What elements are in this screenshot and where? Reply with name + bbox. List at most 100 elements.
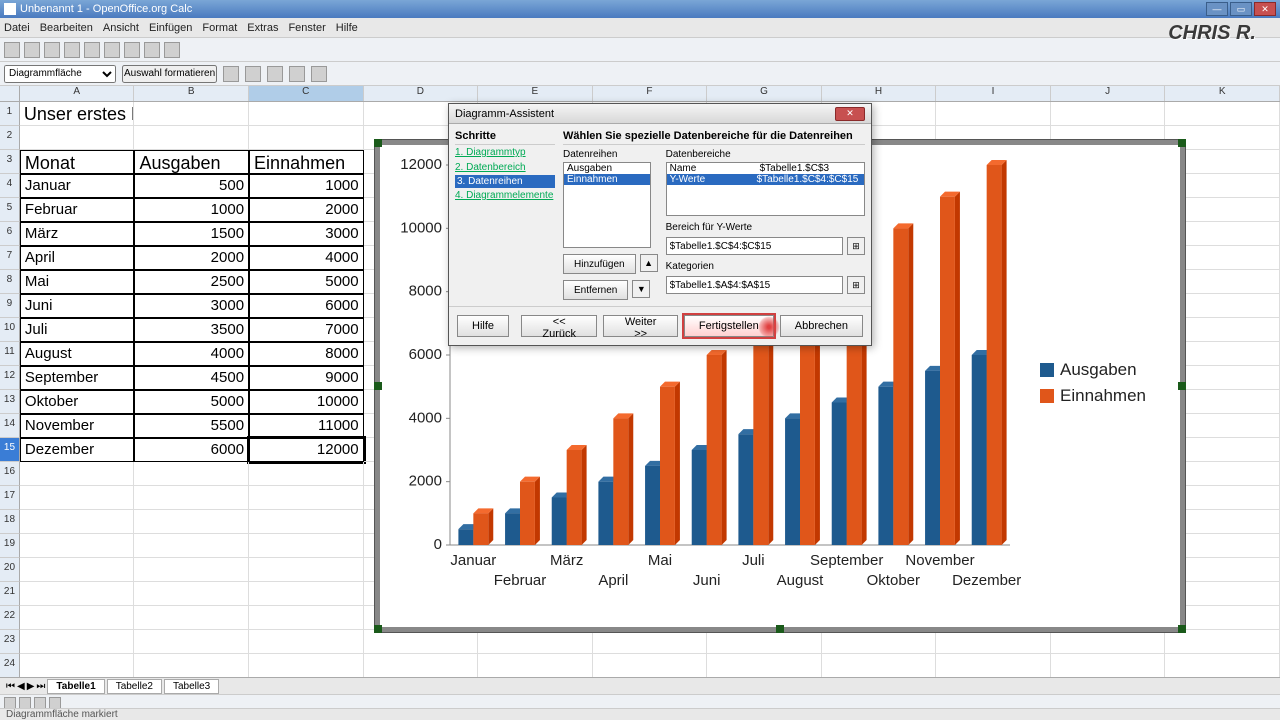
scale-text-icon[interactable] (311, 66, 327, 82)
svg-text:2000: 2000 (409, 473, 442, 490)
sheet-tab-1[interactable]: Tabelle1 (47, 679, 104, 694)
maximize-button[interactable]: ▭ (1230, 2, 1252, 16)
dialog-titlebar[interactable]: Diagramm-Assistent ✕ (449, 104, 871, 124)
back-button[interactable]: << Zurück (521, 315, 597, 337)
dialog-title: Diagramm-Assistent (455, 108, 554, 120)
step-diagrammtyp[interactable]: 1. Diagrammtyp (455, 145, 555, 160)
rect-tool-icon[interactable] (34, 697, 46, 709)
svg-text:8000: 8000 (409, 283, 442, 300)
steps-label: Schritte (455, 130, 555, 145)
svg-text:12000: 12000 (400, 156, 442, 173)
watermark: CHRIS R. (1168, 22, 1256, 45)
series-item-einnahmen[interactable]: Einnahmen (564, 174, 650, 185)
menu-ansicht[interactable]: Ansicht (103, 22, 139, 34)
undo-icon[interactable] (144, 42, 160, 58)
menu-bearbeiten[interactable]: Bearbeiten (40, 22, 93, 34)
column-header-H[interactable]: H (822, 86, 937, 101)
standard-toolbar (0, 38, 1280, 62)
column-header-F[interactable]: F (593, 86, 708, 101)
column-header-B[interactable]: B (134, 86, 249, 101)
move-down-button[interactable]: ▼ (632, 280, 650, 298)
svg-text:September: September (810, 552, 883, 569)
chart-type-icon[interactable] (223, 66, 239, 82)
app-icon (4, 3, 16, 15)
remove-series-button[interactable]: Entfernen (563, 280, 628, 300)
wizard-steps: Schritte 1. Diagrammtyp 2. Datenbereich … (455, 130, 555, 300)
menu-fenster[interactable]: Fenster (288, 22, 325, 34)
ranges-listbox[interactable]: Name$Tabelle1.$C$3 Y-Werte$Tabelle1.$C$4… (666, 162, 865, 216)
new-doc-icon[interactable] (4, 42, 20, 58)
arrow-tool-icon[interactable] (4, 697, 16, 709)
menu-hilfe[interactable]: Hilfe (336, 22, 358, 34)
svg-text:Oktober: Oktober (867, 572, 920, 589)
cat-label: Kategorien (666, 261, 865, 272)
step-datenbereich[interactable]: 2. Datenbereich (455, 160, 555, 175)
menu-datei[interactable]: Datei (4, 22, 30, 34)
grid-v-icon[interactable] (267, 66, 283, 82)
series-list-label: Datenreihen (563, 149, 658, 160)
svg-text:Juni: Juni (693, 572, 721, 589)
tab-nav-next[interactable]: ▶ (27, 681, 35, 692)
column-header-J[interactable]: J (1051, 86, 1166, 101)
menu-format[interactable]: Format (202, 22, 237, 34)
ellipse-tool-icon[interactable] (49, 697, 61, 709)
window-titlebar: Unbenannt 1 - OpenOffice.org Calc — ▭ ✕ (0, 0, 1280, 18)
redo-icon[interactable] (164, 42, 180, 58)
column-header-K[interactable]: K (1165, 86, 1280, 101)
menu-extras[interactable]: Extras (247, 22, 278, 34)
column-header-I[interactable]: I (936, 86, 1051, 101)
add-series-button[interactable]: Hinzufügen (563, 254, 636, 274)
chart-wizard-dialog: Diagramm-Assistent ✕ Schritte 1. Diagram… (448, 103, 872, 346)
menubar: Datei Bearbeiten Ansicht Einfügen Format… (0, 18, 1280, 38)
next-button[interactable]: Weiter >> (603, 315, 677, 337)
print-icon[interactable] (64, 42, 80, 58)
copy-icon[interactable] (104, 42, 120, 58)
minimize-button[interactable]: — (1206, 2, 1228, 16)
finish-button[interactable]: Fertigstellen (684, 315, 774, 337)
categories-picker-button[interactable]: ⊞ (847, 276, 865, 294)
tab-nav-first[interactable]: ⏮ (6, 681, 15, 692)
format-selection-button[interactable]: Auswahl formatieren (122, 65, 217, 83)
move-up-button[interactable]: ▲ (640, 254, 658, 272)
sheet-tabs: ⏮ ◀ ▶ ⏭ Tabelle1 Tabelle2 Tabelle3 (0, 677, 1280, 695)
help-button[interactable]: Hilfe (457, 315, 509, 337)
close-button[interactable]: ✕ (1254, 2, 1276, 16)
svg-text:April: April (598, 572, 628, 589)
tab-nav-last[interactable]: ⏭ (36, 681, 45, 692)
svg-text:4000: 4000 (409, 409, 442, 426)
categories-input[interactable] (666, 276, 843, 294)
column-header-C[interactable]: C (249, 86, 364, 101)
step-diagrammelemente[interactable]: 4. Diagrammelemente (455, 188, 555, 203)
column-header-D[interactable]: D (364, 86, 479, 101)
dialog-close-button[interactable]: ✕ (835, 107, 865, 121)
y-range-picker-button[interactable]: ⊞ (847, 237, 865, 255)
tab-nav-prev[interactable]: ◀ (17, 681, 25, 692)
svg-text:6000: 6000 (409, 346, 442, 363)
menu-einfuegen[interactable]: Einfügen (149, 22, 192, 34)
sheet-tab-2[interactable]: Tabelle2 (107, 679, 162, 694)
y-range-input[interactable] (666, 237, 843, 255)
series-item-ausgaben[interactable]: Ausgaben (564, 163, 650, 174)
svg-text:Ausgaben: Ausgaben (1060, 360, 1137, 379)
statusbar: Diagrammfläche markiert (0, 708, 1280, 720)
column-header-E[interactable]: E (478, 86, 593, 101)
column-header-A[interactable]: A (20, 86, 135, 101)
column-header-G[interactable]: G (707, 86, 822, 101)
step-datenreihen[interactable]: 3. Datenreihen (455, 175, 555, 188)
sheet-tab-3[interactable]: Tabelle3 (164, 679, 219, 694)
cancel-button[interactable]: Abbrechen (780, 315, 863, 337)
legend-icon[interactable] (289, 66, 305, 82)
svg-text:10000: 10000 (400, 219, 442, 236)
svg-text:Juli: Juli (742, 552, 765, 569)
svg-text:0: 0 (434, 536, 442, 553)
grid-h-icon[interactable] (245, 66, 261, 82)
open-icon[interactable] (24, 42, 40, 58)
cut-icon[interactable] (84, 42, 100, 58)
window-title: Unbenannt 1 - OpenOffice.org Calc (20, 3, 192, 15)
save-icon[interactable] (44, 42, 60, 58)
series-listbox[interactable]: Ausgaben Einnahmen (563, 162, 651, 248)
paste-icon[interactable] (124, 42, 140, 58)
line-tool-icon[interactable] (19, 697, 31, 709)
chart-element-select[interactable]: Diagrammfläche (4, 65, 116, 83)
format-toolbar: Diagrammfläche Auswahl formatieren (0, 62, 1280, 86)
